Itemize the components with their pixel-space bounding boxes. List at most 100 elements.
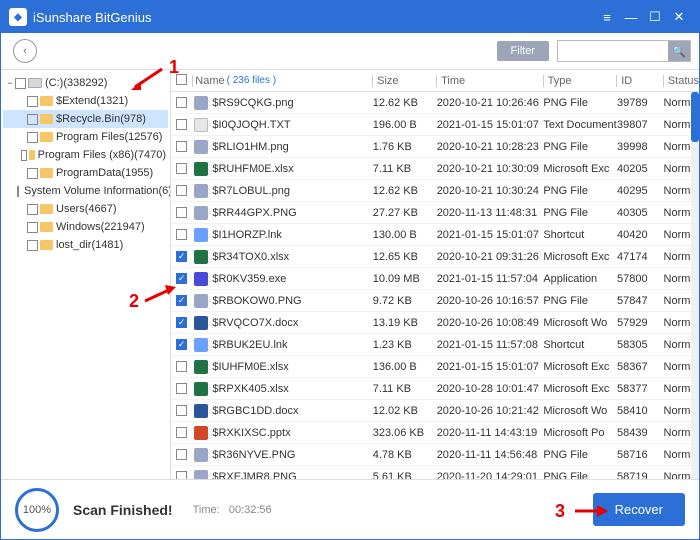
file-id: 58439: [617, 427, 664, 439]
file-row[interactable]: $I0QJOQH.TXT196.00 B2021-01-15 15:01:07T…: [171, 114, 699, 136]
file-time: 2021-01-15 11:57:04: [437, 273, 544, 285]
file-row[interactable]: $RXEJMR8.PNG5.61 KB2020-11-20 14:29:01PN…: [171, 466, 699, 479]
file-id: 58305: [617, 339, 664, 351]
tree-item[interactable]: $Extend(1321): [3, 92, 168, 110]
tree-twist-icon[interactable]: −: [5, 78, 15, 88]
tree-item[interactable]: Program Files(12576): [3, 128, 168, 146]
file-row[interactable]: $RR44GPX.PNG27.27 KB2020-11-13 11:48:31P…: [171, 202, 699, 224]
file-size: 12.62 KB: [373, 97, 437, 109]
scrollbar-track[interactable]: [691, 92, 699, 479]
row-checkbox[interactable]: ✓: [176, 251, 187, 262]
file-row[interactable]: $R7LOBUL.png12.62 KB2020-10-21 10:30:24P…: [171, 180, 699, 202]
tree-item[interactable]: Program Files (x86)(7470): [3, 146, 168, 164]
row-checkbox[interactable]: [176, 229, 187, 240]
row-checkbox[interactable]: [176, 405, 187, 416]
file-name: $RLIO1HM.png: [212, 141, 288, 153]
col-size[interactable]: Size: [372, 75, 436, 87]
tree-checkbox[interactable]: [27, 96, 38, 107]
tree-checkbox[interactable]: [27, 240, 38, 251]
file-row[interactable]: ✓$R34TOX0.xlsx12.65 KB2020-10-21 09:31:2…: [171, 246, 699, 268]
tree-checkbox[interactable]: [17, 186, 19, 197]
minimize-button[interactable]: —: [619, 5, 643, 29]
file-list-pane: Name ( 236 files ) Size Time Type ID Sta…: [171, 70, 699, 479]
row-checkbox[interactable]: [176, 207, 187, 218]
file-row[interactable]: ✓$R0KV359.exe10.09 MB2021-01-15 11:57:04…: [171, 268, 699, 290]
filter-button[interactable]: Filter: [497, 41, 549, 61]
file-row[interactable]: $RLIO1HM.png1.76 KB2020-10-21 10:28:23PN…: [171, 136, 699, 158]
tree-item[interactable]: $Recycle.Bin(978): [3, 110, 168, 128]
tree-item[interactable]: Users(4667): [3, 200, 168, 218]
menu-icon[interactable]: ≡: [595, 5, 619, 29]
recover-button[interactable]: Recover: [593, 493, 685, 526]
col-type[interactable]: Type: [543, 75, 617, 87]
col-id[interactable]: ID: [616, 75, 663, 87]
row-checkbox[interactable]: [176, 185, 187, 196]
col-status[interactable]: Status: [663, 75, 699, 87]
row-checkbox[interactable]: [176, 97, 187, 108]
file-row[interactable]: $RS9CQKG.png12.62 KB2020-10-21 10:26:46P…: [171, 92, 699, 114]
maximize-button[interactable]: ☐: [643, 5, 667, 29]
file-name: $RS9CQKG.png: [212, 97, 293, 109]
row-checkbox[interactable]: [176, 361, 187, 372]
col-name[interactable]: Name ( 236 files ): [192, 75, 372, 87]
file-lnk-icon: [194, 338, 208, 352]
file-row[interactable]: $I1HORZP.lnk130.00 B2021-01-15 15:01:07S…: [171, 224, 699, 246]
file-row[interactable]: ✓$RBOKOW0.PNG9.72 KB2020-10-26 10:16:57P…: [171, 290, 699, 312]
file-row[interactable]: $RUHFM0E.xlsx7.11 KB2020-10-21 10:30:09M…: [171, 158, 699, 180]
row-checkbox[interactable]: [176, 471, 187, 479]
file-row[interactable]: ✓$RVQCO7X.docx13.19 KB2020-10-26 10:08:4…: [171, 312, 699, 334]
file-xls-icon: [194, 162, 208, 176]
tree-checkbox[interactable]: [27, 168, 38, 179]
tree-label: Users(4667): [56, 203, 117, 215]
toolbar: ‹ Filter 🔍: [1, 33, 699, 69]
select-all-checkbox[interactable]: [176, 74, 187, 85]
tree-item[interactable]: System Volume Information(6): [3, 182, 168, 200]
search-icon: 🔍: [672, 45, 686, 58]
tree-checkbox[interactable]: [27, 114, 38, 125]
search-button[interactable]: 🔍: [668, 41, 690, 61]
row-checkbox[interactable]: ✓: [176, 339, 187, 350]
file-row[interactable]: $RXKIXSC.pptx323.06 KB2020-11-11 14:43:1…: [171, 422, 699, 444]
app-title: iSunshare BitGenius: [33, 10, 152, 25]
file-row[interactable]: $IUHFM0E.xlsx136.00 B2021-01-15 15:01:07…: [171, 356, 699, 378]
tree-item[interactable]: Windows(221947): [3, 218, 168, 236]
tree-label: Windows(221947): [56, 221, 145, 233]
file-png-icon: [194, 294, 208, 308]
row-checkbox[interactable]: ✓: [176, 273, 187, 284]
row-checkbox[interactable]: [176, 427, 187, 438]
row-checkbox[interactable]: [176, 119, 187, 130]
col-time[interactable]: Time: [436, 75, 543, 87]
tree-item[interactable]: −(C:)(338292): [3, 74, 168, 92]
tree-checkbox[interactable]: [27, 222, 38, 233]
search-input[interactable]: [558, 41, 668, 61]
tree-item[interactable]: lost_dir(1481): [3, 236, 168, 254]
back-button[interactable]: ‹: [13, 39, 37, 63]
row-checkbox[interactable]: [176, 141, 187, 152]
row-checkbox[interactable]: ✓: [176, 317, 187, 328]
file-row[interactable]: $RGBC1DD.docx12.02 KB2020-10-26 10:21:42…: [171, 400, 699, 422]
file-id: 58367: [617, 361, 664, 373]
file-name: $I0QJOQH.TXT: [212, 119, 290, 131]
file-row[interactable]: $R36NYVE.PNG4.78 KB2020-11-11 14:56:48PN…: [171, 444, 699, 466]
file-row[interactable]: $RPXK405.xlsx7.11 KB2020-10-28 10:01:47M…: [171, 378, 699, 400]
row-checkbox[interactable]: ✓: [176, 295, 187, 306]
tree-checkbox[interactable]: [21, 150, 27, 161]
tree-item[interactable]: ProgramData(1955): [3, 164, 168, 182]
tree-checkbox[interactable]: [27, 132, 38, 143]
file-row[interactable]: ✓$RBUK2EU.lnk1.23 KB2021-01-15 11:57:08S…: [171, 334, 699, 356]
tree-checkbox[interactable]: [15, 78, 26, 89]
elapsed-time: Time: 00:32:56: [193, 504, 272, 516]
file-png-icon: [194, 448, 208, 462]
file-type: Microsoft Wo: [543, 405, 617, 417]
file-type: PNG File: [543, 207, 617, 219]
scrollbar-thumb[interactable]: [691, 92, 699, 142]
row-checkbox[interactable]: [176, 383, 187, 394]
tree-label: lost_dir(1481): [56, 239, 123, 251]
progress-circle: 100%: [15, 488, 59, 532]
close-button[interactable]: ✕: [667, 5, 691, 29]
row-checkbox[interactable]: [176, 163, 187, 174]
file-type: Microsoft Exc: [543, 251, 617, 263]
row-checkbox[interactable]: [176, 449, 187, 460]
drive-icon: [28, 78, 42, 88]
tree-checkbox[interactable]: [27, 204, 38, 215]
